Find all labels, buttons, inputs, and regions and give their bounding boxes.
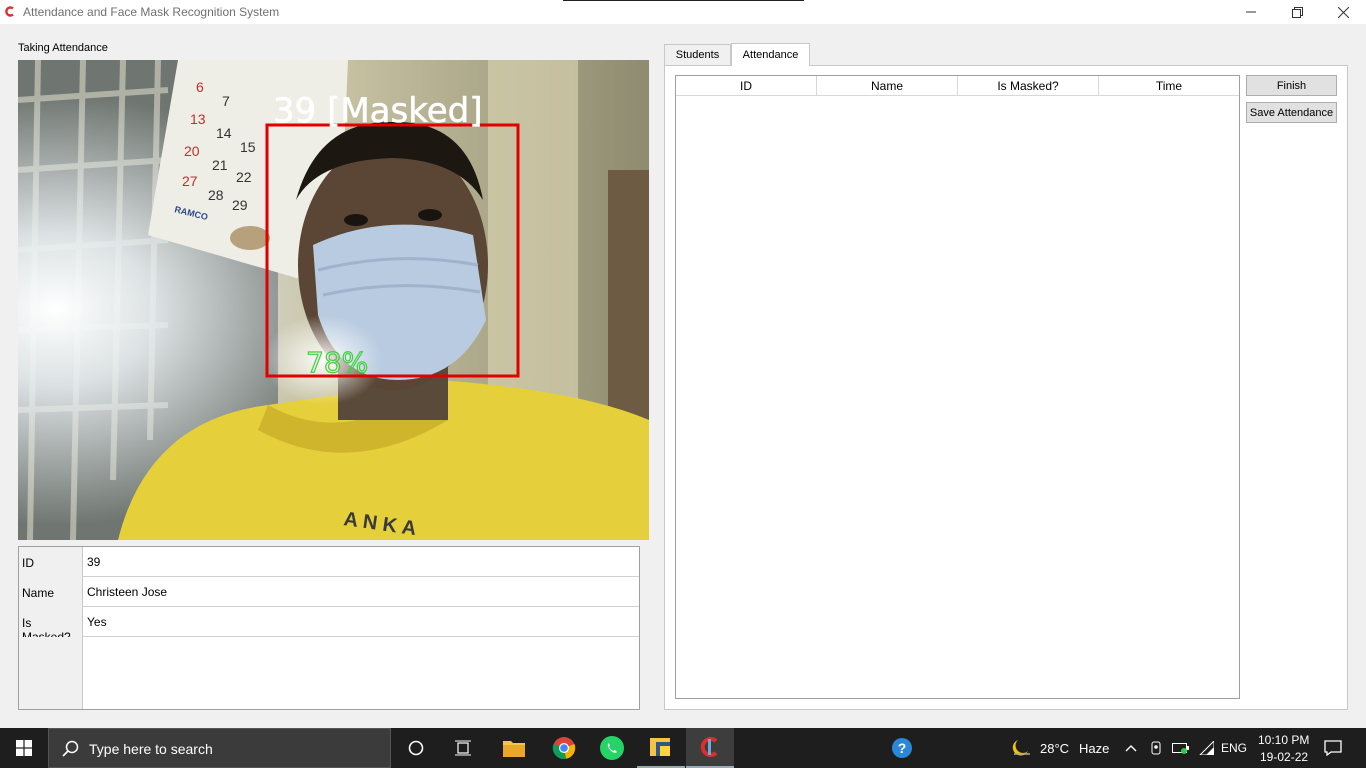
show-hidden-icons[interactable] (1121, 728, 1141, 768)
info-row-id: ID 39 (19, 547, 639, 577)
info-key-id: ID (19, 547, 83, 577)
column-header-time[interactable]: Time (1099, 76, 1239, 96)
minimize-icon (1246, 11, 1256, 13)
info-empty-header (19, 637, 83, 709)
chrome-icon (552, 737, 576, 760)
svg-text:21: 21 (212, 157, 228, 173)
svg-text:7: 7 (222, 93, 230, 109)
windows-icon (16, 740, 32, 756)
tray-camera[interactable] (1146, 728, 1166, 768)
svg-text:14: 14 (216, 125, 232, 141)
taskbar-active-app[interactable] (686, 728, 734, 768)
taskbar: Type here to search ? 28°C Haze ENG 10:1… (0, 728, 1366, 768)
column-header-masked[interactable]: Is Masked? (958, 76, 1099, 96)
tab-students[interactable]: Students (664, 44, 731, 65)
action-center-button[interactable] (1314, 728, 1352, 768)
camera-feed: 6 7 13 14 15 20 21 22 27 28 29 RAMCO A N… (18, 60, 649, 540)
app-taskbar-icon (700, 737, 718, 757)
taskbar-help[interactable]: ? (880, 728, 924, 768)
folder-icon (503, 741, 525, 757)
cortana-icon (408, 740, 424, 756)
svg-text:22: 22 (236, 169, 252, 185)
info-row-name: Name Christeen Jose (19, 577, 639, 607)
taskbar-python[interactable] (637, 728, 685, 768)
start-button[interactable] (0, 728, 48, 768)
student-info-table: ID 39 Name Christeen Jose Is Masked? Yes (18, 546, 640, 710)
taskbar-whatsapp[interactable] (588, 728, 636, 768)
taskbar-chrome[interactable] (540, 728, 588, 768)
task-view-icon (455, 740, 471, 756)
python-folder-icon (650, 738, 670, 756)
battery-icon (1172, 743, 1189, 754)
column-header-id[interactable]: ID (676, 76, 817, 96)
camera-frame: 6 7 13 14 15 20 21 22 27 28 29 RAMCO A N… (18, 60, 649, 540)
svg-text:20: 20 (184, 143, 200, 159)
svg-text:6: 6 (196, 79, 204, 95)
info-key-name: Name (19, 577, 83, 607)
info-key-masked: Is Masked? (19, 607, 83, 644)
info-value-name[interactable]: Christeen Jose (87, 585, 167, 599)
chevron-up-icon (1125, 745, 1137, 752)
task-view-button[interactable] (440, 728, 486, 768)
whatsapp-icon (600, 736, 624, 760)
minimize-button[interactable] (1228, 0, 1274, 24)
svg-text:?: ? (898, 740, 907, 756)
attendance-table[interactable]: ID Name Is Masked? Time (675, 75, 1240, 699)
search-placeholder: Type here to search (89, 741, 213, 757)
clock-date[interactable]: 19-02-22 (1260, 750, 1308, 764)
capture-section-label: Taking Attendance (18, 42, 108, 54)
window-title: Attendance and Face Mask Recognition Sys… (23, 5, 280, 19)
app-icon (5, 6, 14, 17)
close-button[interactable] (1320, 0, 1366, 24)
info-value-id[interactable]: 39 (87, 555, 100, 569)
finish-button[interactable]: Finish (1246, 75, 1337, 96)
svg-text:28: 28 (208, 187, 224, 203)
svg-text:29: 29 (232, 197, 248, 213)
restore-button[interactable] (1274, 0, 1320, 24)
notification-icon (1324, 740, 1342, 756)
column-header-name[interactable]: Name (817, 76, 958, 96)
weather-condition[interactable]: Haze (1079, 741, 1109, 756)
title-bar: Attendance and Face Mask Recognition Sys… (0, 0, 1366, 24)
svg-text:13: 13 (190, 111, 206, 127)
cortana-button[interactable] (393, 728, 439, 768)
taskbar-file-explorer[interactable] (490, 728, 538, 768)
help-icon: ? (892, 738, 912, 758)
restore-icon (1291, 6, 1303, 18)
tray-wifi[interactable] (1196, 728, 1216, 768)
moon-haze-icon (1012, 740, 1030, 756)
tray-battery[interactable] (1170, 728, 1192, 768)
info-row-masked: Is Masked? Yes (19, 607, 639, 644)
save-attendance-button[interactable]: Save Attendance (1246, 102, 1337, 123)
svg-text:15: 15 (240, 139, 256, 155)
detection-label: 39 [Masked] (273, 91, 482, 131)
tab-attendance[interactable]: Attendance (731, 43, 810, 66)
weather-widget[interactable] (1008, 728, 1034, 768)
svg-text:27: 27 (182, 173, 198, 189)
title-accent-line (563, 0, 804, 1)
taskbar-search-box[interactable]: Type here to search (48, 728, 391, 768)
confidence-label: 78% (306, 346, 368, 379)
weather-temperature[interactable]: 28°C (1040, 741, 1069, 756)
clock-time[interactable]: 10:10 PM (1258, 733, 1309, 747)
camera-icon (1151, 741, 1161, 755)
wifi-icon (1199, 741, 1214, 755)
info-value-masked[interactable]: Yes (87, 615, 107, 629)
input-language[interactable]: ENG (1221, 741, 1247, 755)
search-icon (62, 740, 79, 757)
close-icon (1337, 6, 1349, 18)
